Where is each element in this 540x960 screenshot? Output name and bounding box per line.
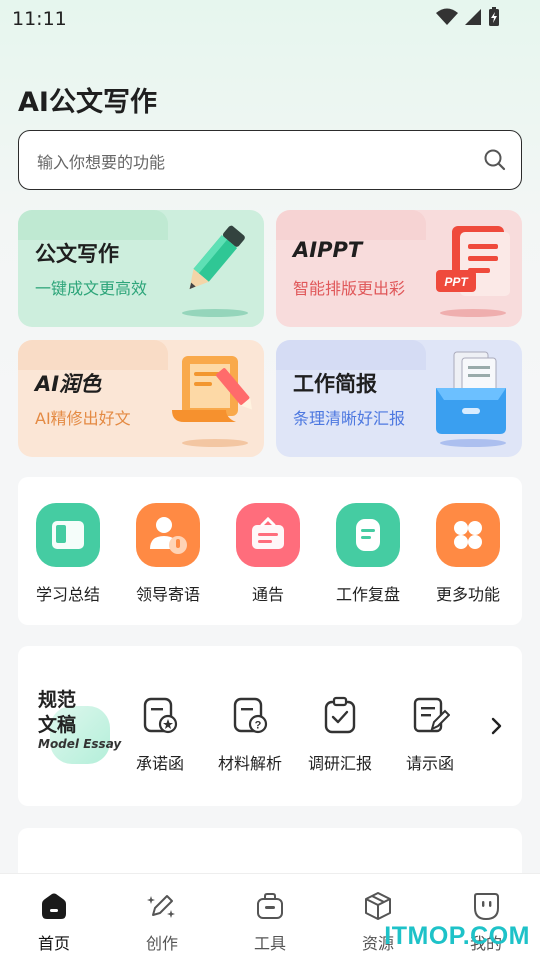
card-ai-ppt[interactable]: AIPPT 智能排版更出彩 PPT [276, 210, 522, 327]
essay-section-title: 规范 文稿 [38, 689, 77, 736]
essay-item-label: 承诺函 [135, 754, 184, 773]
quick-action-label: 工作复盘 [335, 585, 400, 604]
book-icon [52, 521, 84, 549]
quick-action-label: 更多功能 [435, 585, 500, 604]
card-subtitle: 条理清晰好汇报 [293, 409, 406, 428]
card-subtitle: 智能排版更出彩 [293, 279, 406, 298]
svg-text:?: ? [255, 720, 262, 732]
nav-label: 首页 [37, 934, 70, 953]
leader-mic-icon [150, 517, 187, 554]
create-pen-icon [147, 895, 175, 918]
card-work-brief[interactable]: 工作简报 条理清晰好汇报 [276, 340, 522, 457]
status-time: 11:11 [12, 8, 67, 30]
card-title: 公文写作 [35, 242, 119, 266]
model-essay-panel: 规范 文稿 Model Essay 承诺函 ? 材料解析 调研汇报 请示函 [18, 646, 522, 806]
nav-item-home[interactable]: 首页 [18, 890, 90, 954]
essay-item-label: 调研汇报 [307, 754, 372, 773]
review-doc-icon [356, 519, 380, 551]
research-report-icon [324, 696, 356, 734]
pencil-icon [189, 225, 245, 290]
wifi-icon [436, 8, 458, 25]
card-title: 工作简报 [293, 372, 377, 396]
nav-label: 工具 [253, 934, 286, 953]
quick-action-label: 通告 [251, 585, 284, 604]
quick-action-work-review[interactable]: 工作复盘 [318, 503, 418, 605]
essay-item-material-analysis[interactable]: ? 材料解析 [205, 696, 295, 774]
battery-icon [489, 7, 499, 26]
quick-actions-panel: 学习总结 领导寄语 通告 工作复盘 更多功能 [18, 477, 522, 625]
essay-section-subtitle: Model Essay [38, 737, 122, 751]
essay-item-label: 材料解析 [217, 754, 282, 773]
quick-action-label: 学习总结 [35, 585, 100, 604]
chevron-right-icon[interactable] [490, 716, 504, 736]
ppt-badge-text: PPT [444, 275, 469, 289]
system-icons [436, 7, 500, 27]
nav-label: 创作 [145, 934, 178, 953]
quick-action-notice[interactable]: 通告 [218, 503, 318, 605]
request-letter-icon [413, 697, 451, 733]
essay-item-request-letter[interactable]: 请示函 [385, 696, 475, 774]
signal-icon [465, 9, 481, 25]
essay-item-promise-letter[interactable]: 承诺函 [115, 696, 205, 774]
essay-item-research-report[interactable]: 调研汇报 [295, 696, 385, 774]
quick-action-study-summary[interactable]: 学习总结 [18, 503, 118, 605]
nav-item-create[interactable]: 创作 [126, 890, 198, 954]
card-ai-polish[interactable]: AI润色 AI精修出好文 [18, 340, 264, 457]
card-subtitle: 一键成文更高效 [35, 279, 148, 298]
ppt-document-icon: PPT [436, 226, 510, 296]
grid-more-icon [454, 521, 482, 549]
cube-icon [365, 892, 391, 920]
notice-icon [252, 516, 284, 549]
status-bar: 11:11 [0, 0, 540, 40]
promise-letter-icon [143, 697, 178, 734]
essay-item-label: 请示函 [405, 754, 454, 773]
search-icon[interactable] [483, 148, 507, 172]
profile-face-icon [474, 893, 499, 921]
search-placeholder: 输入你想要的功能 [37, 153, 166, 172]
home-icon [42, 893, 66, 919]
card-official-writing[interactable]: 公文写作 一键成文更高效 [18, 210, 264, 327]
watermark-text: ITMOP.COM [384, 922, 530, 950]
material-analysis-icon: ? [233, 697, 268, 734]
page-title: AI公文写作 [18, 87, 157, 118]
search-input[interactable]: 输入你想要的功能 [18, 130, 522, 190]
card-title: AI润色 [35, 372, 102, 396]
toolbox-icon [257, 893, 283, 919]
quick-action-more[interactable]: 更多功能 [418, 503, 518, 605]
quick-action-label: 领导寄语 [135, 585, 200, 604]
nav-item-tools[interactable]: 工具 [234, 890, 306, 954]
quick-action-leader-message[interactable]: 领导寄语 [118, 503, 218, 605]
card-subtitle: AI精修出好文 [35, 409, 131, 428]
scroll-pen-icon [172, 356, 252, 422]
file-box-icon [436, 351, 506, 434]
card-title: AIPPT [293, 238, 363, 262]
